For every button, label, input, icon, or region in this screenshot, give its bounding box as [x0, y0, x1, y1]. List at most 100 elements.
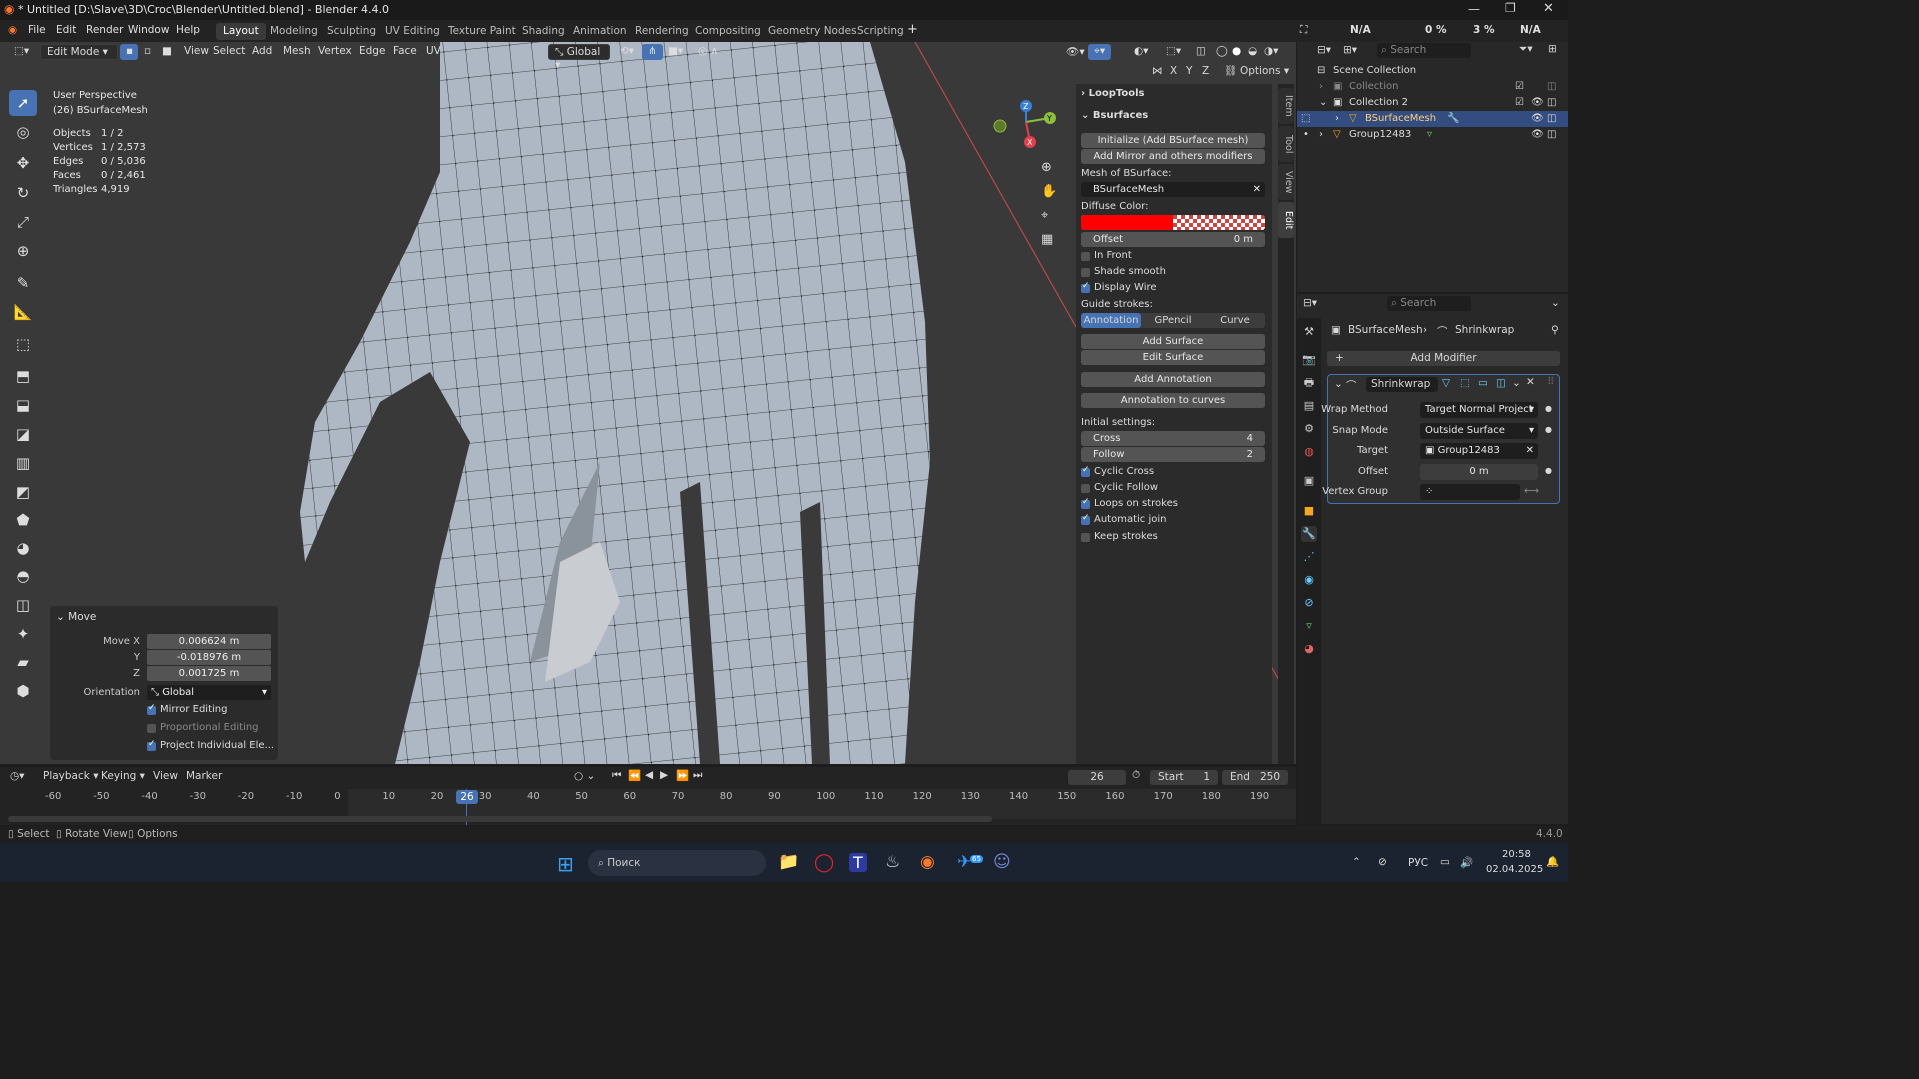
- render-icon[interactable]: ◫: [1547, 111, 1556, 127]
- properties-options-icon[interactable]: ⌄: [1551, 297, 1560, 309]
- move-z-field[interactable]: 0.001725 m: [147, 666, 271, 681]
- project-individual-checkbox[interactable]: Project Individual Ele...: [147, 739, 274, 751]
- menu-window[interactable]: Window: [128, 24, 169, 36]
- render-icon[interactable]: ◫: [1547, 79, 1556, 95]
- menu-file[interactable]: File: [28, 24, 46, 36]
- drag-handle-icon[interactable]: ⠿: [1547, 376, 1555, 388]
- auto-key-icon[interactable]: ○ ⌄: [574, 770, 595, 782]
- timeline-scrollbar[interactable]: [8, 816, 992, 822]
- vertex-select-icon[interactable]: ▪: [120, 44, 138, 60]
- filter-icon[interactable]: ⏷▾: [1519, 43, 1533, 56]
- add-modifier-button[interactable]: + Add Modifier: [1327, 351, 1560, 366]
- mode-dropdown[interactable]: Edit Mode ▾: [40, 44, 118, 60]
- navigation-gizmo[interactable]: Z Y X: [992, 96, 1062, 156]
- outliner-row-collection-2[interactable]: ⌄ ▣ Collection 2 ☑ 👁 ◫: [1297, 95, 1568, 111]
- tab-modeling[interactable]: Modeling: [263, 23, 325, 40]
- clock-time[interactable]: 20:58: [1502, 849, 1531, 860]
- expand-icon[interactable]: ›: [1335, 111, 1339, 127]
- jump-end-icon[interactable]: ⏭: [693, 769, 702, 782]
- annotation-to-curves-button[interactable]: Annotation to curves: [1081, 393, 1265, 408]
- scale-tool[interactable]: ⤢: [9, 209, 37, 235]
- expand-icon[interactable]: ›: [1319, 127, 1323, 143]
- tab-animation[interactable]: Animation: [566, 23, 634, 40]
- gizmo-toggle-icon[interactable]: ⌖▾: [1088, 44, 1112, 60]
- inset-tool[interactable]: ⬓: [9, 392, 37, 418]
- bevel-tool[interactable]: ◪: [9, 421, 37, 447]
- menu-playback[interactable]: Playback ▾: [43, 770, 98, 782]
- camera-view-icon[interactable]: ⌖: [1041, 208, 1048, 223]
- spin-tool[interactable]: ◕: [9, 535, 37, 561]
- file-explorer-icon[interactable]: 📁: [778, 852, 799, 872]
- transform-orientation-dropdown[interactable]: ⤡ Global ▾: [548, 44, 610, 71]
- display-icon[interactable]: ▭: [1440, 856, 1450, 868]
- shade-smooth-checkbox[interactable]: Shade smooth: [1081, 266, 1166, 277]
- steam-icon[interactable]: ♨: [885, 852, 900, 872]
- menu-view[interactable]: View: [153, 770, 178, 782]
- cross-field[interactable]: Cross 4: [1081, 431, 1265, 446]
- mirror-topology-icon[interactable]: ⛓: [1220, 64, 1242, 77]
- render-tab-icon[interactable]: 📷: [1301, 352, 1317, 368]
- notification-icon[interactable]: 🔔: [1546, 855, 1559, 868]
- display-wire-checkbox[interactable]: Display Wire: [1081, 281, 1157, 293]
- snap-icon[interactable]: ⋔: [642, 44, 663, 60]
- object-tab-icon[interactable]: ■: [1301, 503, 1317, 519]
- add-workspace-icon[interactable]: +: [907, 22, 918, 37]
- knife-tool[interactable]: ◩: [9, 479, 37, 505]
- tab-item[interactable]: Item: [1278, 88, 1294, 124]
- cyclic-follow-checkbox[interactable]: Cyclic Follow: [1081, 482, 1158, 493]
- menu-vertex[interactable]: Vertex: [312, 44, 358, 60]
- menu-add[interactable]: Add: [246, 44, 278, 60]
- zoom-icon[interactable]: ⊕: [1041, 160, 1052, 175]
- taskbar-search[interactable]: ⌕ Поиск: [588, 850, 766, 876]
- view-layer-tab-icon[interactable]: ▤: [1301, 398, 1317, 414]
- viewport-toggle-icon[interactable]: ▭: [1478, 377, 1488, 389]
- outliner-row-bsurfacemesh[interactable]: ⬚ › ▽ BSurfaceMesh 🔧 👁 ◫: [1297, 111, 1568, 127]
- target-field[interactable]: ▣ Group12483 ✕: [1420, 443, 1538, 459]
- blender-taskbar-icon[interactable]: ◉: [920, 852, 935, 872]
- shrink-fatten-tool[interactable]: ✦: [9, 621, 37, 647]
- minimize-icon[interactable]: —: [1468, 2, 1480, 16]
- move-tool[interactable]: ✥: [9, 150, 37, 176]
- move-panel-header[interactable]: ⌄ Move: [56, 611, 96, 623]
- tab-geometry-nodes[interactable]: Geometry Nodes: [761, 23, 864, 40]
- tab-shading[interactable]: Shading: [515, 23, 572, 40]
- mirror-x-button[interactable]: X: [1170, 65, 1177, 77]
- guide-tab-curve[interactable]: Curve: [1205, 313, 1265, 328]
- automatic-join-checkbox[interactable]: Automatic join: [1081, 513, 1166, 525]
- shading-rendered-icon[interactable]: ◑▾: [1258, 44, 1284, 60]
- material-tab-icon[interactable]: ◕: [1301, 641, 1317, 657]
- smooth-tool[interactable]: ◓: [9, 563, 37, 589]
- menu-mesh[interactable]: Mesh: [277, 44, 317, 60]
- ortho-grid-icon[interactable]: ▦: [1041, 232, 1053, 247]
- keyframe-dot-icon[interactable]: ●: [1545, 466, 1552, 475]
- editor-type-icon[interactable]: ⬚▾: [8, 44, 35, 60]
- remove-modifier-icon[interactable]: ✕: [1526, 376, 1535, 388]
- diffuse-color-swatch[interactable]: [1081, 215, 1265, 230]
- annotate-tool[interactable]: ✎: [9, 270, 37, 296]
- tab-rendering[interactable]: Rendering: [628, 23, 696, 40]
- collapse-modifier-icon[interactable]: ⌄: [1334, 378, 1343, 390]
- edge-slide-tool[interactable]: ◫: [9, 592, 37, 618]
- snap-mode-dropdown[interactable]: Outside Surface ▾: [1420, 423, 1538, 439]
- particles-tab-icon[interactable]: ⋰: [1301, 549, 1317, 565]
- tab-edit[interactable]: Edit: [1278, 202, 1294, 238]
- keep-strokes-checkbox[interactable]: Keep strokes: [1081, 531, 1158, 542]
- exclude-checkbox[interactable]: ☑: [1515, 79, 1524, 95]
- rotate-tool[interactable]: ↻: [9, 180, 37, 206]
- orientation-dropdown[interactable]: ⤡ Global ▾: [147, 685, 271, 700]
- physics-tab-icon[interactable]: ◉: [1301, 572, 1317, 588]
- data-tab-icon[interactable]: ▿: [1301, 618, 1317, 634]
- mirror-editing-checkbox[interactable]: Mirror Editing: [147, 703, 227, 715]
- offset-field[interactable]: 0 m: [1420, 464, 1538, 480]
- vertex-group-field[interactable]: ⁘: [1420, 484, 1520, 500]
- tab-scripting[interactable]: Scripting: [850, 23, 911, 40]
- play-icon[interactable]: ▶: [660, 769, 668, 781]
- menu-marker[interactable]: Marker: [186, 770, 222, 782]
- offset-field[interactable]: Offset 0 m: [1081, 232, 1265, 247]
- select-box-tool[interactable]: ➚: [9, 90, 37, 116]
- outliner-row-collection[interactable]: › ▣ Collection ☑ ◫: [1297, 79, 1568, 95]
- current-frame-field[interactable]: 26: [1068, 770, 1126, 785]
- tab-uv-editing[interactable]: UV Editing: [378, 23, 447, 40]
- options-dropdown[interactable]: Options ▾: [1240, 65, 1289, 77]
- guide-tab-gpencil[interactable]: GPencil: [1143, 313, 1203, 328]
